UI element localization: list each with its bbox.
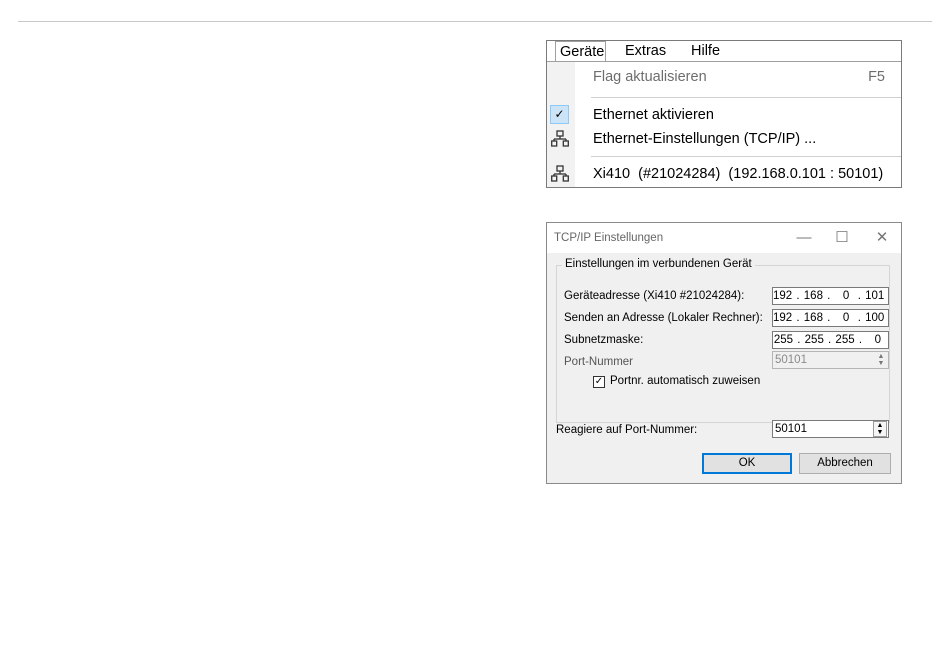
menu-separator [591,97,901,98]
subnet-mask-label: Subnetzmaske: [564,334,644,346]
network-icon [551,165,569,182]
react-port-value: 50101 [775,423,807,435]
menu-bar: Geräte Extras Hilfe [547,41,901,62]
port-number-label: Port-Nummer [564,356,634,368]
dialog-title: TCP/IP Einstellungen [554,232,664,244]
dialog-titlebar: TCP/IP Einstellungen — ☐ ✕ [547,223,901,253]
ok-button[interactable]: OK [702,453,792,474]
spinner-down-icon: ▼ [877,360,885,367]
menu-item-flag-aktualisieren[interactable]: Flag aktualisieren F5 [547,65,901,89]
menu-item-shortcut: F5 [868,69,885,85]
close-button[interactable]: ✕ [865,223,899,253]
top-divider [18,21,932,22]
port-number-value: 50101 [775,354,807,366]
group-title: Einstellungen im verbundenen Gerät [562,258,755,270]
device-address-input[interactable]: 192 . 168 . 0 . 101 [772,287,889,305]
menu-item-ethernet-aktivieren[interactable]: ✓ Ethernet aktivieren [547,103,901,127]
menu-item-label: Xi410 (#21024284) (192.168.0.101 : 50101… [593,166,884,182]
react-port-label: Reagiere auf Port-Nummer: [556,424,698,436]
menu-hilfe[interactable]: Hilfe [691,41,720,62]
subnet-mask-input[interactable]: 255 . 255 . 255 . 0 [772,331,889,349]
checkmark-icon: ✓ [550,105,569,124]
cancel-button[interactable]: Abbrechen [799,453,891,474]
react-port-spinner[interactable]: 50101 ▲ ▼ [772,420,889,438]
send-address-input[interactable]: 192 . 168 . 0 . 100 [772,309,889,327]
menu-item-xi410-device[interactable]: Xi410 (#21024284) (192.168.0.101 : 50101… [547,162,901,186]
spinner-up-icon: ▲ [877,353,885,360]
minimize-button[interactable]: — [787,223,821,253]
menu-item-label: Ethernet-Einstellungen (TCP/IP) ... [593,131,817,147]
network-icon [551,130,569,147]
auto-port-label: Portnr. automatisch zuweisen [610,375,761,387]
menu-item-ethernet-einstellungen[interactable]: Ethernet-Einstellungen (TCP/IP) ... [547,127,901,151]
port-number-spinner: 50101 ▲ ▼ [772,351,889,369]
auto-port-checkbox[interactable]: ✓ [593,376,605,388]
device-address-label: Geräteadresse (Xi410 #21024284): [564,290,745,302]
spinner-arrows-icon: ▲ ▼ [875,353,887,367]
device-menu-screenshot: Geräte Extras Hilfe Flag aktualisieren F… [546,40,902,188]
spinner-down-icon: ▼ [876,429,884,436]
menu-item-label: Flag aktualisieren [593,69,707,85]
menu-extras[interactable]: Extras [625,41,666,62]
send-address-label: Senden an Adresse (Lokaler Rechner): [564,312,763,324]
geraete-dropdown: Flag aktualisieren F5 ✓ Ethernet aktivie… [547,61,901,187]
menu-item-label: Ethernet aktivieren [593,107,714,123]
maximize-button[interactable]: ☐ [825,223,859,253]
menu-separator [591,156,901,157]
spinner-up-icon: ▲ [876,422,884,429]
menu-geraete[interactable]: Geräte [555,41,606,62]
spinner-arrows-icon[interactable]: ▲ ▼ [873,421,887,437]
tcpip-settings-dialog: TCP/IP Einstellungen — ☐ ✕ Einstellungen… [546,222,902,484]
